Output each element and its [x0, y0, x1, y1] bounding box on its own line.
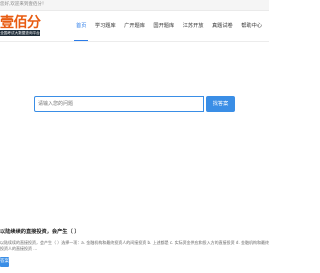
nav-item-jiangsu-open[interactable]: 江苏开放 — [183, 11, 204, 41]
nav-item-study-bank[interactable]: 学习题库 — [95, 11, 116, 41]
question-preview: 以陆续续的直接投资，会产生（ ）选择一项：a. 金融机构和最终投资人的间接投资 … — [0, 240, 269, 251]
question-title[interactable]: 以陆续续的直接投资，会产生（ ） — [0, 228, 80, 236]
logo-tagline: 全国考试大数据查询平台 — [0, 30, 40, 36]
top-bar: 您好,欢迎来到壹佰分！ — [0, 0, 269, 11]
welcome-text: 您好,欢迎来到壹佰分！ — [0, 2, 47, 7]
search-bar: 找答案 — [34, 96, 235, 112]
search-input[interactable] — [34, 96, 204, 112]
nav-item-guangkai-bank[interactable]: 广开题库 — [124, 11, 145, 41]
nav-item-home[interactable]: 首页 — [73, 11, 89, 41]
header-divider — [0, 41, 269, 42]
main-nav: 首页 学习题库 广开题库 国开题库 江苏开放 真题试卷 帮助中心 — [73, 11, 270, 41]
logo-text: 壹佰分 — [0, 15, 41, 31]
answer-button[interactable]: 答案 — [0, 257, 9, 267]
site-logo[interactable]: 壹佰分 全国考试大数据查询平台 — [0, 15, 42, 39]
nav-item-past-papers[interactable]: 真题试卷 — [212, 11, 233, 41]
nav-item-guokai-bank[interactable]: 国开题库 — [153, 11, 174, 41]
header: 壹佰分 全国考试大数据查询平台 首页 学习题库 广开题库 国开题库 江苏开放 真… — [0, 11, 269, 41]
nav-item-help-center[interactable]: 帮助中心 — [241, 11, 262, 41]
search-button[interactable]: 找答案 — [206, 96, 235, 112]
